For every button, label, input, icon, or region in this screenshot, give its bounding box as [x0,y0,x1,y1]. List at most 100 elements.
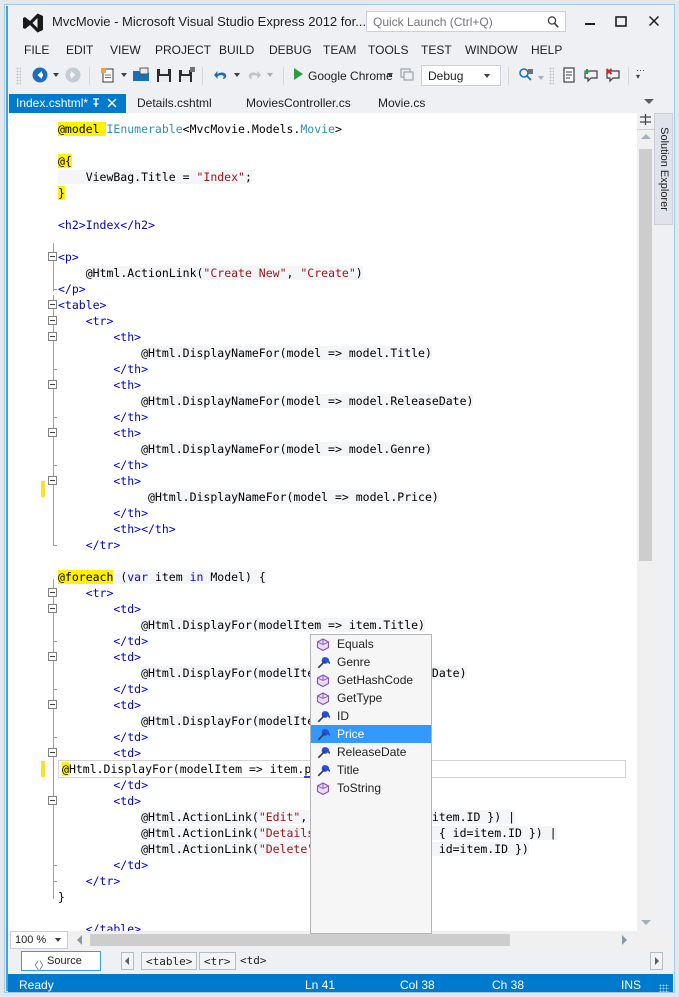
toolbar-grip[interactable] [549,67,554,85]
redo-icon[interactable] [244,65,264,87]
code-token: </th> [58,362,148,376]
code-token: @ [141,618,148,632]
toolbar-grip[interactable] [16,67,21,85]
find-in-files-icon[interactable] [516,65,536,87]
solution-explorer-tab[interactable]: Solution Explorer [654,113,673,225]
toolbar-overflow-icon[interactable]: ⋯▾ [636,67,645,80]
tab-close-icon[interactable] [106,97,118,112]
breadcrumb-item-table[interactable]: <table> [141,952,197,970]
menu-item-window[interactable]: WINDOW [463,42,520,58]
code-token: </td> [58,682,148,696]
menu-item-edit[interactable]: EDIT [64,42,95,58]
menu-item-view[interactable]: VIEW [108,42,143,58]
undo-icon[interactable] [211,65,231,87]
breadcrumb-prev-icon[interactable] [121,952,134,970]
document-tab-moviescontrollercs[interactable]: MoviesController.cs [239,94,364,113]
property-icon [316,710,330,723]
save-all-icon[interactable] [177,65,197,87]
zoom-level-combo[interactable]: 100 % [10,931,68,949]
menu-item-build[interactable]: BUILD [217,42,256,58]
undo-dropdown-icon[interactable] [234,73,240,77]
source-view-button[interactable]: 〈〉 Source [21,951,101,971]
code-token: Html.DisplayFor(modelItem => item.Title) [148,618,425,632]
maximize-icon[interactable] [609,14,633,32]
close-icon[interactable] [642,14,666,32]
intellisense-item-price[interactable]: Price [311,725,431,743]
pin-icon[interactable] [90,97,102,112]
status-line: Ln 41 [305,978,335,992]
code-line: ViewBag.Title = "Index"; [58,169,252,185]
breadcrumb-item-tr[interactable]: <tr> [199,952,236,970]
intellisense-item-tostring[interactable]: ToString [311,779,431,797]
code-line: </td> [58,633,148,649]
code-token: in [190,570,204,584]
code-token: Model) { [203,570,265,584]
new-project-icon[interactable] [98,65,118,87]
intellisense-item-title[interactable]: Title [311,761,431,779]
intellisense-item-gettype[interactable]: GetType [311,689,431,707]
property-icon [316,728,330,741]
horizontal-scroll-thumb[interactable] [90,934,510,946]
find-dropdown-icon[interactable] [538,76,544,80]
code-token: Html.DisplayNameFor(model => model.Genre… [148,442,432,456]
solution-config-combo[interactable]: Debug [421,65,501,86]
scroll-left-icon[interactable] [71,931,88,949]
resize-grip-icon[interactable] [659,984,669,993]
code-token: Html.ActionLink( [93,266,204,280]
new-project-dropdown-icon[interactable] [121,73,127,77]
scroll-right-icon[interactable] [616,931,633,949]
tab-overflow-chevron-icon[interactable] [644,99,654,104]
code-line: @Html.DisplayNameFor(model => model.Genr… [58,441,432,457]
add-comment-icon[interactable] [581,65,601,87]
breadcrumb-item-td[interactable]: <td> [236,952,271,970]
editor-vertical-scrollbar[interactable] [637,113,654,931]
browser-picker-icon[interactable] [398,65,416,87]
code-token: </tr> [58,874,120,888]
menu-item-tools[interactable]: TOOLS [366,42,410,58]
menu-item-help[interactable]: HELP [529,42,564,58]
code-token: "Create" [300,266,355,280]
code-token: } [58,186,65,200]
redo-dropdown-icon[interactable] [267,73,273,77]
document-tab-detailscshtml[interactable]: Details.cshtml [130,94,225,113]
menu-item-team[interactable]: TEAM [321,42,358,58]
menu-item-project[interactable]: PROJECT [153,42,213,58]
document-tab-moviecs[interactable]: Movie.cs [371,94,441,113]
code-token: <p> [58,250,79,264]
code-token [58,618,141,632]
visual-studio-window: MvcMovie - Microsoft Visual Studio Expre… [0,0,679,997]
breadcrumb-next-icon[interactable] [650,952,663,970]
menu-item-test[interactable]: TEST [419,42,454,58]
intellisense-item-id[interactable]: ID [311,707,431,725]
navigate-back-icon[interactable] [30,65,50,87]
intellisense-completion-list[interactable]: EqualsGenreGetHashCodeGetTypeIDPrice Rele… [310,634,432,934]
quick-launch-input[interactable]: Quick Launch (Ctrl+Q) [366,11,566,32]
intellisense-item-equals[interactable]: Equals [311,635,431,653]
open-file-icon[interactable] [131,65,151,87]
properties-window-icon[interactable] [559,65,579,87]
toolbar-separator [202,67,203,85]
code-token: IEnumerable [106,122,182,136]
remove-comment-icon[interactable] [603,65,623,87]
intellisense-item-gethashcode[interactable]: GetHashCode [311,671,431,689]
intellisense-item-releasedate[interactable]: ReleaseDate [311,743,431,761]
intellisense-item-genre[interactable]: Genre [311,653,431,671]
scroll-up-icon[interactable] [637,129,654,145]
document-tab-indexcshtml[interactable]: Index.cshtml* [9,94,126,113]
save-icon[interactable] [154,65,174,87]
navigate-forward-icon[interactable] [63,65,83,87]
navigate-back-dropdown-icon[interactable] [53,73,59,77]
chevron-down-icon [55,938,61,942]
code-line: </th> [58,457,148,473]
scroll-down-icon[interactable] [637,915,654,931]
code-token [58,490,148,504]
vertical-scroll-thumb[interactable] [639,149,652,561]
menu-item-debug[interactable]: DEBUG [267,42,314,58]
play-triangle-icon[interactable] [290,65,306,87]
start-debug-dropdown-icon[interactable] [387,73,393,77]
menu-item-file[interactable]: FILE [22,42,51,58]
editor-split-handle[interactable] [637,113,654,130]
minimize-icon[interactable] [578,14,602,32]
intellisense-item-label: ReleaseDate [337,745,406,759]
start-debug-label[interactable]: Google Chrome [308,69,393,83]
